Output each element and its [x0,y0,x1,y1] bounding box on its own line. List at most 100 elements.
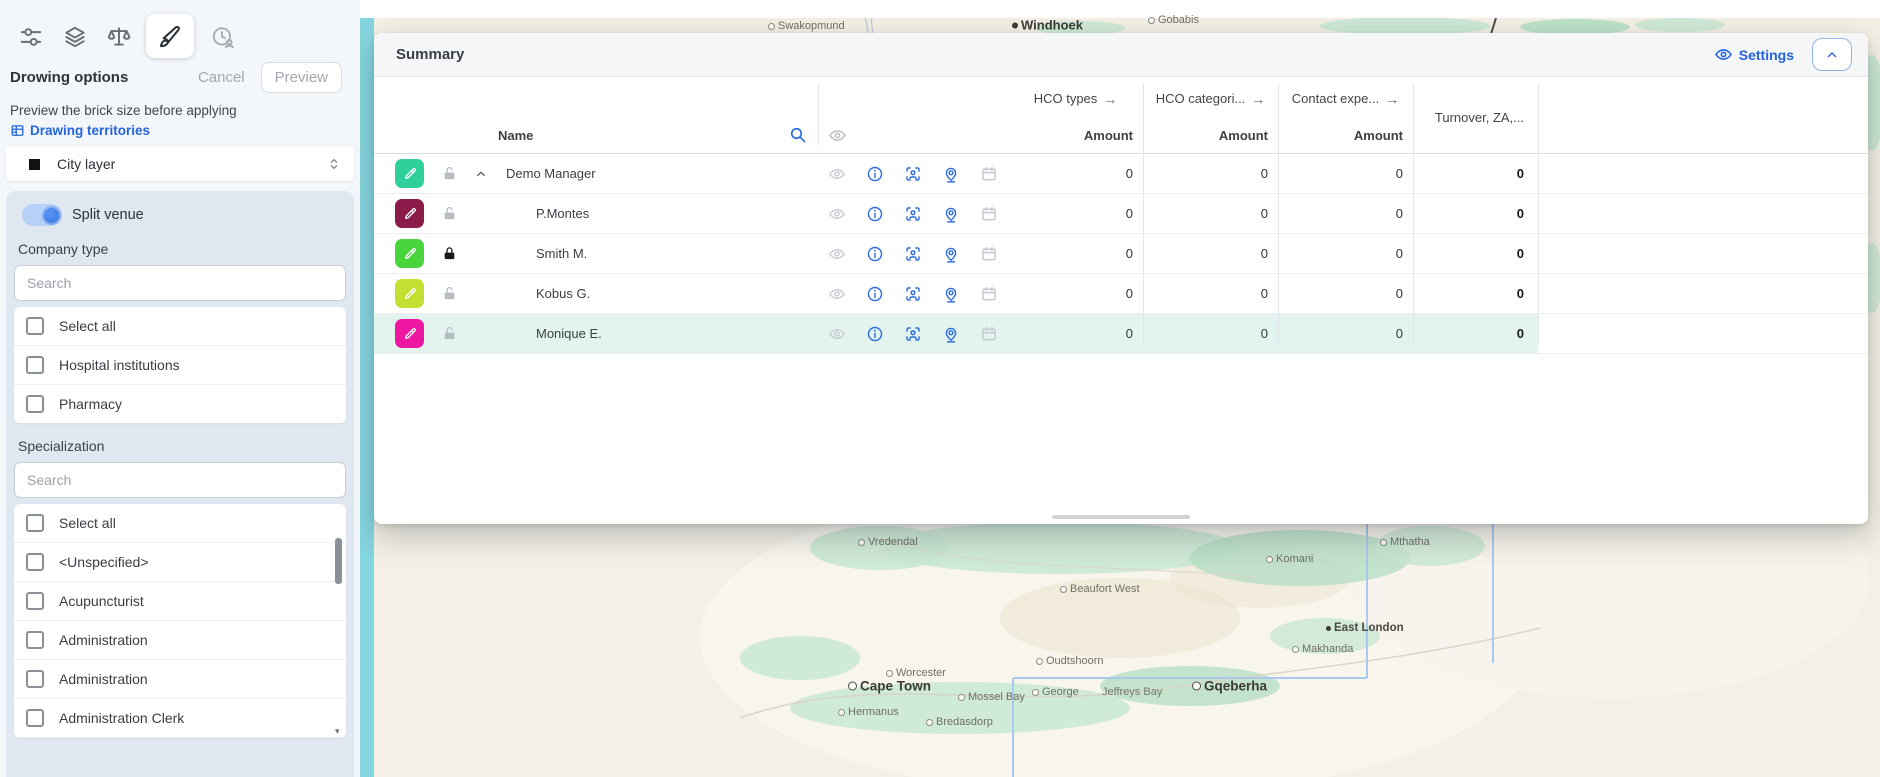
checkbox-row[interactable]: Administration [14,621,346,660]
table-row[interactable]: Smith M.0000 [374,234,1868,274]
column-turnover[interactable]: Turnover, ZA,... [1413,110,1538,125]
collapse-panel-button[interactable] [1812,38,1852,71]
checkbox[interactable] [26,709,44,727]
summary-panel: Summary Settings HCO types → HCO categor… [374,33,1868,524]
row-calendar-icon[interactable] [970,234,1008,273]
row-info-icon[interactable] [856,314,894,353]
checkbox-row[interactable]: <Unspecified> [14,543,346,582]
lock-open-icon[interactable] [432,194,466,233]
table-row[interactable]: Monique E.0000 [374,314,1868,354]
sliders-icon[interactable] [18,24,44,50]
pencil-icon[interactable] [395,159,424,188]
history-icon[interactable] [210,24,236,50]
pencil-icon[interactable] [395,279,424,308]
row-eye-icon[interactable] [818,234,856,273]
row-info-icon[interactable] [856,274,894,313]
lock-open-icon[interactable] [432,154,466,193]
specialization-search-input[interactable] [14,462,346,498]
amount-cell: 0 [1008,234,1143,273]
checkbox[interactable] [26,670,44,688]
panel-resize-handle[interactable] [1052,515,1190,519]
row-person-scan-icon[interactable] [894,274,932,313]
checkbox-row[interactable]: Administration Clerk [14,699,346,738]
layer-select[interactable]: City layer [6,147,354,181]
checkbox-row[interactable]: Select all [14,504,346,543]
layer-color-swatch [29,159,40,170]
amount-cell: 0 [1143,194,1278,233]
row-location-pin-icon[interactable] [932,154,970,193]
lock-open-icon[interactable] [432,274,466,313]
row-person-scan-icon[interactable] [894,234,932,273]
grid-icon [10,123,25,138]
brush-icon[interactable] [146,14,194,58]
amount-header[interactable]: Amount [1008,128,1143,143]
checkbox[interactable] [26,395,44,413]
scrollbar[interactable]: ▾ [335,508,343,734]
layers-icon[interactable] [62,24,88,50]
row-person-scan-icon[interactable] [894,194,932,233]
company-type-search-input[interactable] [14,265,346,301]
amount-cell: 0 [1278,154,1413,193]
row-location-pin-icon[interactable] [932,234,970,273]
scroll-down-arrow[interactable]: ▾ [335,727,340,736]
cancel-button[interactable]: Cancel [198,69,245,86]
checkbox[interactable] [26,631,44,649]
preview-button[interactable]: Preview [261,62,342,93]
pencil-icon[interactable] [395,319,424,348]
checkbox-row[interactable]: Acupuncturist [14,582,346,621]
row-calendar-icon[interactable] [970,274,1008,313]
name-column-header: Name [496,117,818,153]
row-location-pin-icon[interactable] [932,314,970,353]
row-calendar-icon[interactable] [970,194,1008,233]
checkbox-row[interactable]: Select all [14,307,346,346]
row-calendar-icon[interactable] [970,314,1008,353]
table-sub-header-row: Name Amount Amount Amount [374,117,1868,154]
column-group-contact-expenses[interactable]: Contact expe... → [1278,91,1413,107]
row-info-icon[interactable] [856,234,894,273]
lock-open-icon[interactable] [432,314,466,353]
table-row[interactable]: Kobus G.0000 [374,274,1868,314]
row-person-scan-icon[interactable] [894,314,932,353]
checkbox[interactable] [26,356,44,374]
checkbox[interactable] [26,592,44,610]
column-divider [1538,83,1539,345]
checkbox[interactable] [26,553,44,571]
pencil-icon[interactable] [395,199,424,228]
checkbox-row[interactable]: Hospital institutions [14,346,346,385]
scrollbar-thumb[interactable] [335,538,342,584]
amount-header[interactable]: Amount [1143,128,1278,143]
checkbox-row[interactable]: Administration [14,660,346,699]
checkbox[interactable] [26,514,44,532]
row-calendar-icon[interactable] [970,154,1008,193]
settings-button[interactable]: Settings [1714,45,1794,64]
search-icon[interactable] [788,125,808,145]
stepper-updown-icon[interactable] [326,153,342,175]
table-row[interactable]: P.Montes0000 [374,194,1868,234]
column-group-hco-types[interactable]: HCO types → [1008,91,1143,107]
row-info-icon[interactable] [856,194,894,233]
amount-header[interactable]: Amount [1278,128,1413,143]
column-group-hco-categories[interactable]: HCO categori... → [1143,91,1278,107]
split-venue-toggle[interactable] [22,204,62,226]
expand-chevron-icon[interactable] [466,154,496,193]
row-person-scan-icon[interactable] [894,154,932,193]
pencil-icon[interactable] [395,239,424,268]
row-location-pin-icon[interactable] [932,274,970,313]
row-location-pin-icon[interactable] [932,194,970,233]
row-eye-icon[interactable] [818,274,856,313]
drawing-territories-link[interactable]: Drawing territories [10,123,350,138]
tools-toolbar [0,0,360,58]
lock-closed-icon[interactable] [432,234,466,273]
row-eye-icon[interactable] [818,314,856,353]
table-row[interactable]: Demo Manager0000 [374,154,1868,194]
row-eye-icon[interactable] [818,194,856,233]
row-eye-icon[interactable] [818,154,856,193]
checkbox[interactable] [26,317,44,335]
visibility-column-icon[interactable] [818,126,856,145]
scales-icon[interactable] [106,24,132,50]
row-info-icon[interactable] [856,154,894,193]
column-divider [1143,83,1144,345]
row-spacer [1538,314,1868,353]
checkbox-row[interactable]: Pharmacy [14,385,346,423]
column-divider [1413,83,1414,345]
